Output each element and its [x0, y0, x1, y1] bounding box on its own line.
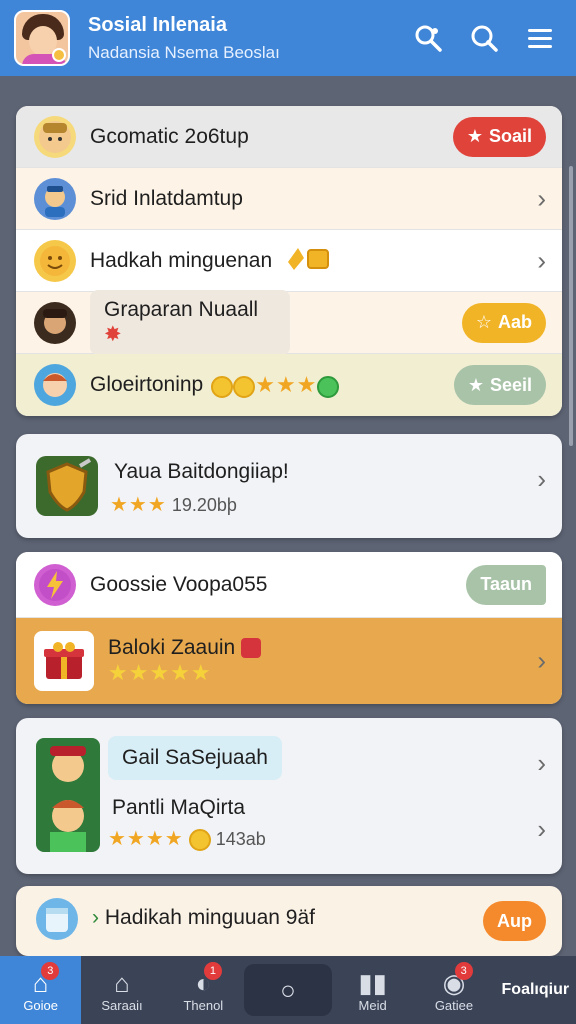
- gem-icon: [284, 244, 332, 277]
- shield-sword-icon: [36, 456, 98, 516]
- list-item[interactable]: Baloki Zaauin ★★★★★ ›: [16, 618, 562, 704]
- list-item[interactable]: Gcomatic 2o6tup ★ Soail: [16, 106, 562, 168]
- tab-games[interactable]: ◉ Gatiee 3: [413, 956, 494, 1024]
- list-item[interactable]: Goossie Voopa055 Taaun: [16, 552, 562, 618]
- rating-row: ★★★★ 143ab: [108, 826, 266, 852]
- item-label: Hadkah minguenan: [90, 248, 273, 272]
- chevron-right-icon[interactable]: ›: [537, 748, 546, 779]
- bottom-nav: ⌂ Goioe 3 ⌂ Saraaiı ◐ Thenol 1 ○ ▮▮ Meid…: [0, 956, 576, 1024]
- star-rating: ★★★★★: [108, 660, 212, 685]
- achievement-title: Yaua Baitdongiiap!: [114, 460, 289, 483]
- user-search-icon[interactable]: [462, 16, 506, 60]
- avatar-icon: [34, 301, 76, 344]
- item-label[interactable]: Pantli MaQirta: [112, 796, 245, 820]
- item-label: Hadikah minguuan 9äf: [104, 906, 315, 929]
- coin-icon: [188, 829, 211, 852]
- menu-icon[interactable]: [518, 16, 562, 60]
- chevron-right-icon: ›: [537, 183, 546, 213]
- arrow-icon: ›: [92, 906, 99, 929]
- achievement-meta: 19.20bþ: [171, 495, 237, 515]
- star-icon: ★: [466, 126, 483, 146]
- lightning-icon: [34, 563, 76, 606]
- achievement-card[interactable]: Yaua Baitdongiiap! ★★★ 19.20bþ ›: [16, 434, 562, 538]
- item-label[interactable]: Gail SaSejuaah: [108, 736, 282, 780]
- search-icon[interactable]: [406, 16, 450, 60]
- star-icon: ☆: [475, 312, 492, 332]
- list-item[interactable]: Hadkah minguenan ›: [16, 230, 562, 292]
- coins-icon: ★★★: [211, 372, 340, 399]
- item-label-field: Graparan Nuaall ✸: [90, 290, 290, 355]
- action-button[interactable]: Aup: [483, 901, 546, 941]
- list-item[interactable]: Graparan Nuaall ✸ ☆ Aab: [16, 290, 562, 355]
- notification-badge: 3: [41, 962, 60, 980]
- app-title: Sosial Inlenaia: [88, 13, 227, 36]
- avatar-icon: [34, 364, 76, 406]
- tab-search[interactable]: ⌂ Saraaiı: [81, 956, 162, 1024]
- tab-label: Thenol: [183, 997, 224, 1013]
- action-button[interactable]: ☆ Aab: [461, 302, 546, 343]
- tab-home[interactable]: ⌂ Goioe 3: [0, 956, 82, 1024]
- chevron-right-icon[interactable]: ›: [537, 814, 546, 845]
- star-rating: ★★★: [110, 494, 167, 516]
- notification-badge: 1: [203, 962, 222, 980]
- item-label: Goossie Voopa055: [90, 572, 268, 596]
- center-action[interactable]: ○: [243, 964, 332, 1016]
- feed[interactable]: Gcomatic 2o6tup ★ Soail Srid Inlatdamtup…: [0, 76, 576, 956]
- avatar-icon: [34, 115, 76, 158]
- item-label: Gcomatic 2o6tup: [90, 124, 249, 148]
- app-subtitle: Nadansia Nsema Beoslaı: [88, 42, 280, 62]
- avatar-icon: [34, 177, 76, 220]
- item-label-row: › Hadikah minguuan 9äf: [92, 906, 315, 930]
- app-header: Sosial Inlenaia Nadansia Nsema Beoslaı: [0, 0, 576, 76]
- chevron-right-icon: ›: [537, 464, 546, 494]
- profile-avatar[interactable]: [14, 10, 70, 66]
- item-label: Srid Inlatdamtup: [90, 186, 243, 210]
- group-card: Gail SaSejuaah › Pantli MaQirta ★★★★ 143…: [16, 718, 562, 874]
- action-button[interactable]: ★ Soail: [452, 116, 546, 157]
- notification-badge: 3: [454, 962, 473, 980]
- item-label: Gloeirtoninp: [90, 373, 204, 396]
- smiley-coin-icon: [34, 239, 76, 282]
- item-text: Baloki Zaauin ★★★★★: [108, 636, 262, 686]
- item-label: Baloki Zaauin: [108, 636, 236, 659]
- home-icon: ⌂: [114, 967, 130, 998]
- item-meta: 143ab: [215, 829, 266, 849]
- action-button[interactable]: ★ Seeil: [453, 365, 546, 405]
- action-button[interactable]: Taaun: [466, 564, 546, 605]
- tab-label: Meid: [358, 997, 387, 1013]
- tab-label: Gatiee: [434, 997, 474, 1013]
- list-item[interactable]: Gloeirtoninp ★★★ ★ Seeil: [16, 354, 562, 416]
- tab-label: Foalıqiur: [501, 981, 570, 998]
- bars-icon: ▮▮: [358, 967, 387, 998]
- tab-label: Goioe: [23, 997, 59, 1013]
- tab-friends[interactable]: ◐ Thenol 1: [163, 956, 244, 1024]
- chevron-right-icon: ›: [537, 245, 546, 275]
- tab-profile[interactable]: Foalıqiur: [495, 956, 576, 1024]
- character-art-icon: [36, 738, 100, 852]
- header-titles: Sosial Inlenaia Nadansia Nsema Beoslaı: [88, 14, 394, 63]
- group-card: Goossie Voopa055 Taaun Baloki Zaauin ★★★…: [16, 552, 562, 704]
- tab-label: Saraaiı: [101, 997, 143, 1013]
- gift-icon: [34, 631, 94, 691]
- circle-icon: ○: [280, 975, 296, 1005]
- badge-icon: [241, 638, 262, 659]
- group-card: Gcomatic 2o6tup ★ Soail Srid Inlatdamtup…: [16, 106, 562, 416]
- scrollbar[interactable]: [569, 166, 573, 446]
- rating-row: ★★★ 19.20bþ: [110, 492, 237, 517]
- star-rating: ★★★★: [108, 828, 184, 850]
- list-item[interactable]: Srid Inlatdamtup ›: [16, 168, 562, 230]
- tab-center[interactable]: ○: [243, 956, 332, 1024]
- tab-media[interactable]: ▮▮ Meid: [332, 956, 413, 1024]
- star-icon: ★: [467, 374, 484, 395]
- list-item[interactable]: › Hadikah minguuan 9äf Aup: [16, 886, 562, 956]
- badge-icon: ✸: [104, 323, 122, 346]
- cup-icon: [36, 898, 78, 940]
- chevron-right-icon: ›: [537, 645, 546, 676]
